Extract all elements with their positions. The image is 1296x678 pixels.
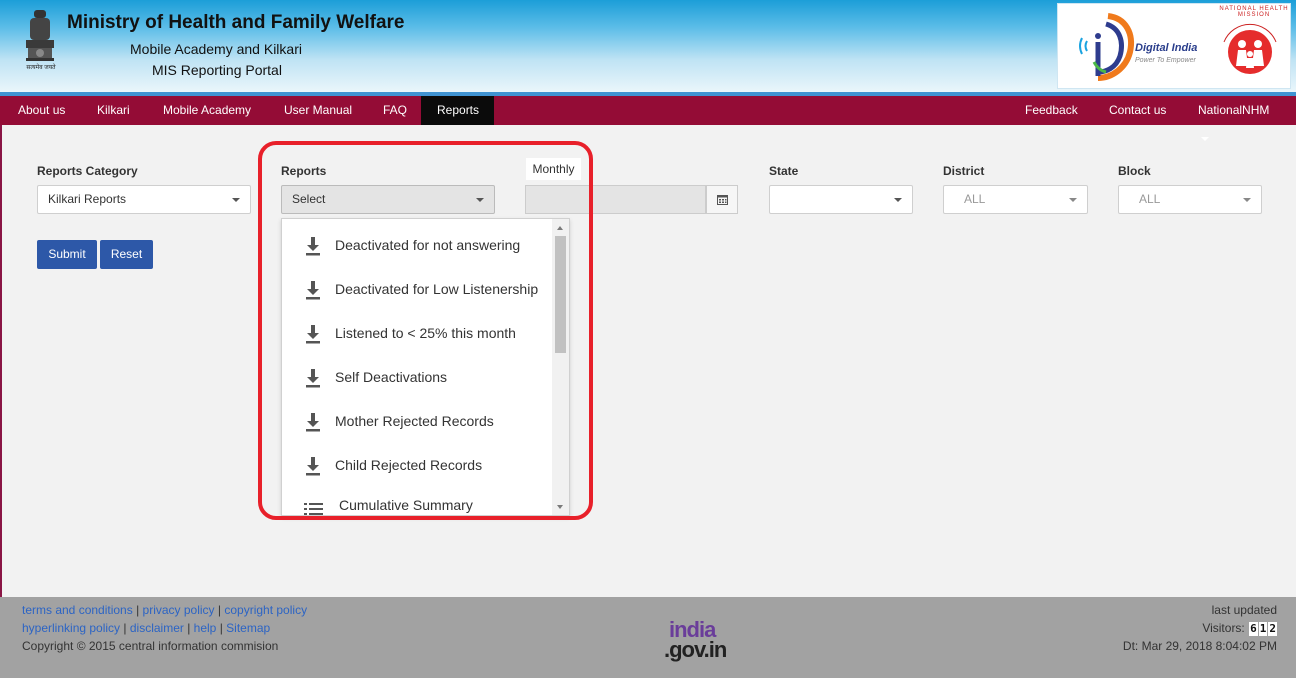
- chevron-down-icon: [1069, 198, 1077, 202]
- block-value: ALL: [1139, 192, 1161, 206]
- partner-logos: Digital India Power To Empower NATIONAL …: [1057, 3, 1291, 89]
- nhm-logo-icon: [1223, 23, 1277, 74]
- nhm-text: NATIONAL HEALTH MISSION: [1219, 6, 1289, 18]
- nav-user-menu[interactable]: NationalNHM: [1182, 96, 1296, 141]
- digital-india-text: Digital India: [1135, 42, 1198, 54]
- help-link[interactable]: help: [194, 621, 217, 635]
- nav-reports[interactable]: Reports: [421, 96, 494, 125]
- footer-links-row1: terms and conditions | privacy policy | …: [22, 603, 308, 617]
- chevron-down-icon: [1201, 136, 1209, 141]
- nav-feedback[interactable]: Feedback: [1009, 96, 1094, 125]
- last-updated-date: Dt: Mar 29, 2018 8:04:02 PM: [1122, 639, 1277, 653]
- nav-kilkari[interactable]: Kilkari: [81, 96, 146, 125]
- visitor-digit: 2: [1268, 622, 1277, 636]
- state-label: State: [769, 164, 799, 178]
- last-updated-label: last updated: [1211, 603, 1277, 617]
- nav-user-manual[interactable]: User Manual: [268, 96, 368, 125]
- chevron-down-icon: [232, 198, 240, 202]
- calendar-icon: [716, 195, 728, 205]
- india-logo-bottom: .gov.in: [664, 637, 727, 662]
- nav-contact-us[interactable]: Contact us: [1093, 96, 1182, 125]
- footer-links-row2: hyperlinking policy | disclaimer | help …: [22, 621, 271, 635]
- visitors-label: Visitors:: [1202, 621, 1245, 635]
- submit-button[interactable]: Submit: [37, 240, 97, 269]
- visitor-counter: Visitors: 612: [1202, 621, 1277, 636]
- reports-category-select[interactable]: Kilkari Reports: [37, 185, 251, 214]
- visitor-digit: 6: [1249, 622, 1258, 636]
- emblem-motto: सत्यमेव जयते: [26, 65, 56, 71]
- copyright-link[interactable]: copyright policy: [224, 603, 307, 617]
- site-header: सत्यमेव जयते Ministry of Health and Fami…: [0, 0, 1296, 92]
- privacy-link[interactable]: privacy policy: [143, 603, 215, 617]
- user-menu-label: NationalNHM: [1198, 103, 1270, 117]
- hyperlinking-link[interactable]: hyperlinking policy: [22, 621, 120, 635]
- sitemap-link[interactable]: Sitemap: [226, 621, 270, 635]
- digital-india-tagline: Power To Empower: [1135, 57, 1196, 64]
- nav-faq[interactable]: FAQ: [367, 96, 423, 125]
- portal-subtitle: Mobile Academy and Kilkari: [130, 41, 302, 57]
- chevron-down-icon: [894, 198, 902, 202]
- visitor-digit: 1: [1258, 622, 1268, 636]
- portal-name: MIS Reporting Portal: [152, 62, 282, 78]
- india-gov-logo[interactable]: india .gov.in: [664, 617, 744, 663]
- reports-category-value: Kilkari Reports: [48, 192, 127, 206]
- district-select[interactable]: ALL: [943, 185, 1088, 214]
- nav-mobile-academy[interactable]: Mobile Academy: [147, 96, 267, 125]
- reports-category-label: Reports Category: [37, 164, 138, 178]
- district-value: ALL: [964, 192, 986, 206]
- block-select[interactable]: ALL: [1118, 185, 1262, 214]
- chevron-down-icon: [1243, 198, 1251, 202]
- state-select[interactable]: [769, 185, 913, 214]
- digital-india-icon: [1079, 13, 1134, 81]
- ministry-title: Ministry of Health and Family Welfare: [67, 12, 405, 33]
- nav-about-us[interactable]: About us: [2, 96, 81, 125]
- district-label: District: [943, 164, 985, 178]
- page-left-border: [0, 125, 2, 597]
- calendar-button[interactable]: [706, 185, 738, 214]
- reset-button[interactable]: Reset: [100, 240, 153, 269]
- block-label: Block: [1118, 164, 1151, 178]
- terms-link[interactable]: terms and conditions: [22, 603, 133, 617]
- highlight-annotation: [258, 141, 593, 520]
- copyright-text: Copyright © 2015 central information com…: [22, 639, 279, 653]
- disclaimer-link[interactable]: disclaimer: [130, 621, 184, 635]
- main-navbar: About us Kilkari Mobile Academy User Man…: [0, 96, 1296, 141]
